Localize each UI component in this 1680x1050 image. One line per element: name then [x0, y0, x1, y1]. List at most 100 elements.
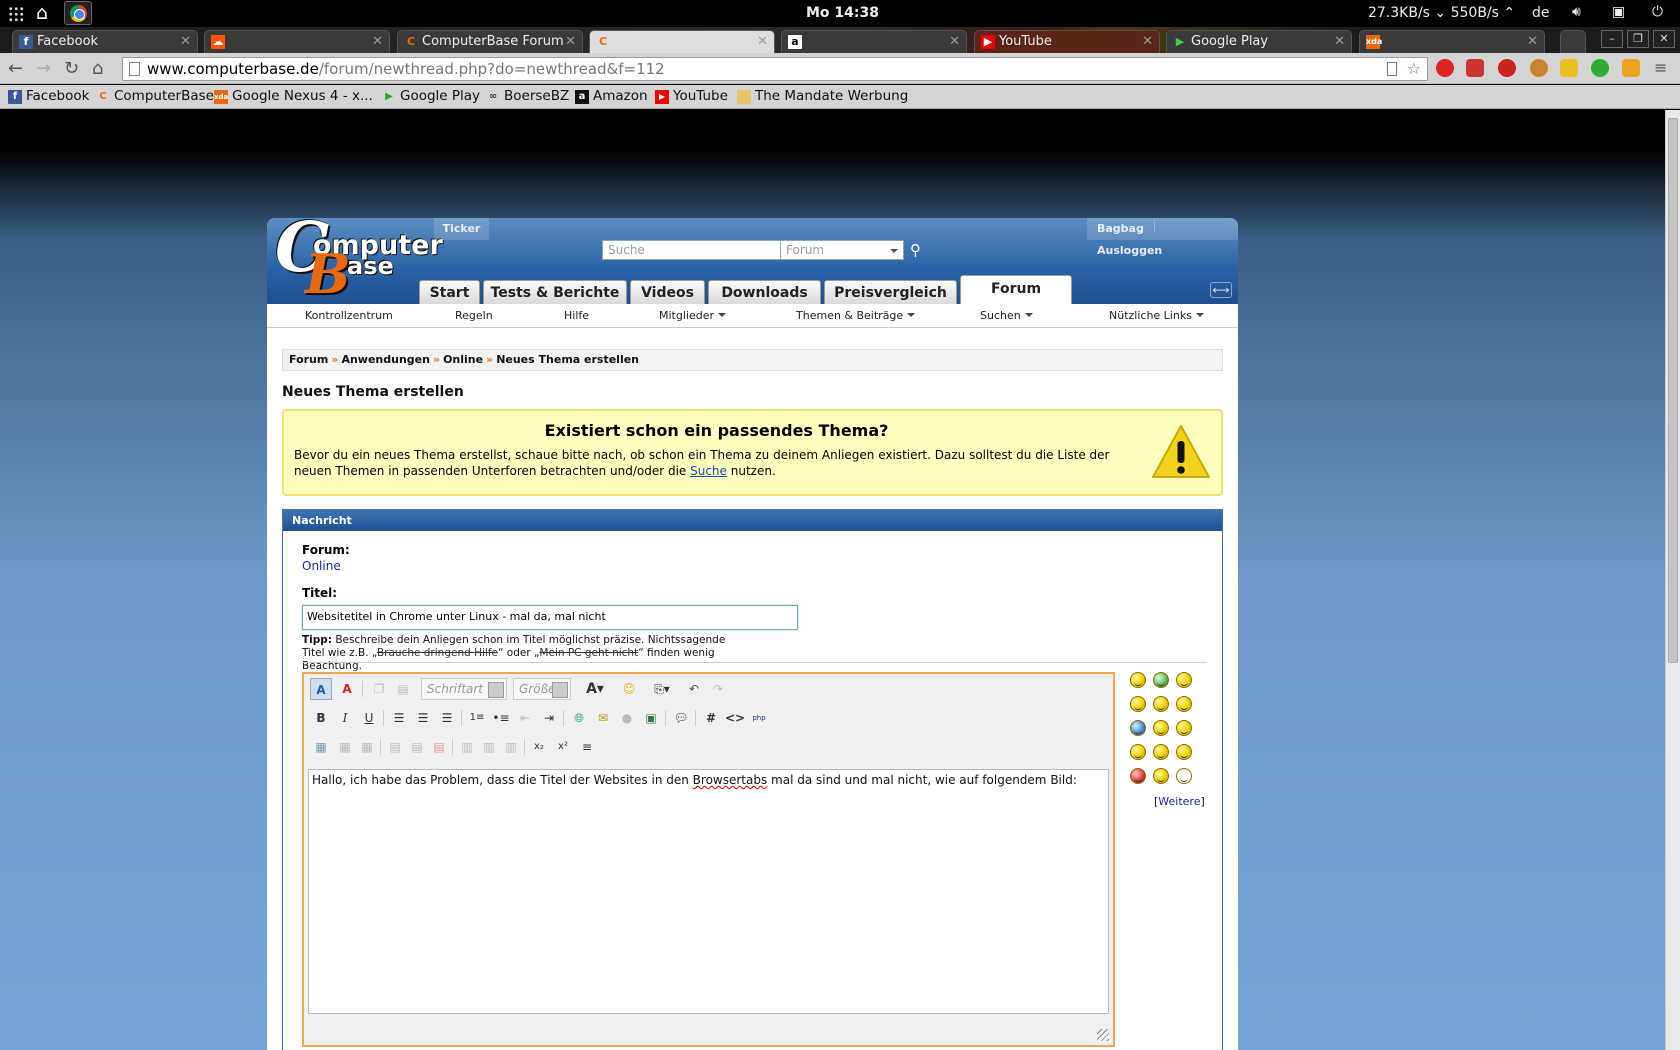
smiley-mad-icon[interactable] — [1176, 744, 1192, 760]
bookmark-google-play[interactable]: ▶ Google Play — [382, 88, 480, 104]
align-left-icon[interactable]: ☰ — [388, 707, 410, 729]
tab-computerbase-forum[interactable]: C ComputerBase Forum ✕ — [397, 30, 583, 53]
insert-image-icon[interactable]: ▣ — [640, 707, 662, 729]
subnav-nuetzliche-links[interactable]: Nützliche Links — [1109, 309, 1204, 322]
close-icon[interactable]: ✕ — [1334, 31, 1345, 52]
logout-link[interactable]: Ausloggen — [1087, 240, 1172, 262]
breadcrumb-forum[interactable]: Forum — [289, 353, 328, 366]
smiley-grin-icon[interactable] — [1153, 672, 1169, 688]
title-input[interactable]: Websitetitel in Chrome unter Linux - mal… — [302, 605, 798, 630]
chrome-launcher[interactable] — [64, 1, 92, 25]
align-right-icon[interactable]: ☰ — [436, 707, 458, 729]
underline-icon[interactable]: U — [358, 707, 380, 729]
tab-computerbase-active[interactable]: C ✕ — [589, 30, 775, 53]
extension-bubble-icon[interactable] — [1591, 59, 1609, 77]
smiley-confused-icon[interactable] — [1153, 696, 1169, 712]
extension-adblock-icon[interactable] — [1436, 59, 1454, 77]
quote-icon[interactable]: 💬︎ — [670, 707, 692, 729]
indent-icon[interactable]: ⇥ — [538, 707, 560, 729]
tab-amazon[interactable]: a ✕ — [781, 30, 967, 53]
table-row-icon[interactable]: ▦ — [334, 736, 356, 758]
horizontal-rule-icon[interactable]: ≡ — [576, 736, 598, 758]
volume-icon[interactable]: 🔊︎ — [1572, 4, 1581, 20]
smiley-rolleyes-icon[interactable] — [1153, 720, 1169, 736]
close-window-icon[interactable]: ✕ — [1653, 30, 1675, 48]
computerbase-logo[interactable]: Computer Base — [275, 218, 443, 304]
home-icon[interactable]: ⌂ — [92, 58, 103, 79]
address-bar[interactable]: www.computerbase.de/forum/newthread.php?… — [122, 57, 1428, 81]
extension-key-icon[interactable] — [1560, 59, 1578, 77]
smiley-insert-icon[interactable]: ☺ — [618, 678, 640, 700]
smiley-frown-icon[interactable] — [1176, 720, 1192, 736]
close-icon[interactable]: ✕ — [1142, 31, 1153, 52]
close-icon[interactable]: ✕ — [372, 31, 383, 52]
nav-preisvergleich[interactable]: Preisvergleich — [824, 280, 957, 304]
message-textarea[interactable]: Hallo, ich habe das Problem, dass die Ti… — [308, 769, 1109, 1014]
smiley-happy-icon[interactable] — [1130, 744, 1146, 760]
subnav-hilfe[interactable]: Hilfe — [564, 309, 589, 322]
delete-row-icon[interactable]: ▤ — [428, 736, 450, 758]
col-left-icon[interactable]: ▥ — [456, 736, 478, 758]
nav-tests-berichte[interactable]: Tests & Berichte — [483, 280, 627, 304]
close-icon[interactable]: ✕ — [180, 31, 191, 52]
new-tab-button[interactable] — [1560, 30, 1586, 53]
extension-cookie-icon[interactable] — [1530, 59, 1548, 77]
subnav-kontrollzentrum[interactable]: Kontrollzentrum — [305, 309, 393, 322]
tab-facebook[interactable]: f Facebook ✕ — [12, 30, 198, 53]
redo-icon[interactable]: ↷ — [707, 678, 729, 700]
nav-videos[interactable]: Videos — [630, 280, 705, 304]
bookmark-boersebz[interactable]: ∞ BoerseBZ — [486, 88, 569, 104]
search-scope-select[interactable]: Forum — [780, 240, 904, 260]
minimize-icon[interactable]: – — [1601, 30, 1623, 48]
subnav-suchen[interactable]: Suchen — [980, 309, 1033, 322]
menu-icon[interactable]: ≡ — [1654, 58, 1667, 77]
nav-downloads[interactable]: Downloads — [708, 280, 821, 304]
insert-link-icon[interactable]: 🌐︎ — [568, 707, 590, 729]
paste-icon[interactable]: ▤ — [392, 678, 414, 700]
extension-basket-icon[interactable] — [1622, 59, 1640, 77]
align-center-icon[interactable]: ☰ — [412, 707, 434, 729]
maximize-icon[interactable]: ❐ — [1627, 30, 1649, 48]
clock[interactable]: Mo 14:38 — [806, 5, 879, 21]
html-code-icon[interactable]: <> — [724, 707, 746, 729]
network-icon[interactable]: ▣ — [1612, 4, 1625, 20]
search-link[interactable]: Suche — [690, 464, 727, 478]
delete-col-icon[interactable]: ▥ — [500, 736, 522, 758]
tab-youtube[interactable]: ▶ YouTube ✕ — [974, 30, 1160, 53]
bookmark-nexus[interactable]: xda Google Nexus 4 - x... — [214, 88, 373, 104]
page-scrollbar[interactable] — [1665, 110, 1680, 1050]
subnav-mitglieder[interactable]: Mitglieder — [659, 309, 726, 322]
insert-email-icon[interactable]: ✉ — [592, 707, 614, 729]
remove-link-icon[interactable]: ● — [616, 707, 638, 729]
bookmark-youtube[interactable]: ▶ YouTube — [655, 88, 728, 104]
app-grid-icon[interactable] — [8, 6, 24, 22]
back-icon[interactable]: ← — [8, 58, 23, 79]
more-smilies-link[interactable]: Weitere — [1158, 795, 1200, 808]
ordered-list-icon[interactable]: 1≡ — [466, 707, 488, 729]
search-icon[interactable]: ⚲ — [910, 241, 921, 259]
resize-grip-icon[interactable] — [1097, 1029, 1109, 1041]
unordered-list-icon[interactable]: •≡ — [490, 707, 512, 729]
font-size-select[interactable]: Größe — [513, 678, 571, 700]
smiley-eek-icon[interactable] — [1130, 720, 1146, 736]
smiley-wink-icon[interactable] — [1176, 672, 1192, 688]
tab-xda[interactable]: xda ✕ — [1359, 30, 1545, 53]
bookmark-facebook[interactable]: f Facebook — [8, 88, 89, 104]
switch-editor-mode-icon[interactable]: A — [310, 678, 332, 700]
user-profile-link[interactable]: Bagbag — [1087, 218, 1154, 240]
row-below-icon[interactable]: ▤ — [406, 736, 428, 758]
outdent-icon[interactable]: ⇤ — [514, 707, 536, 729]
smiley-crazy-icon[interactable] — [1153, 744, 1169, 760]
ticker-link[interactable]: Ticker — [434, 218, 489, 240]
undo-icon[interactable]: ↶ — [683, 678, 705, 700]
table-col-icon[interactable]: ▦ — [356, 736, 378, 758]
tab-soundcloud[interactable]: ☁ ✕ — [204, 30, 390, 53]
smiley-ghost-icon[interactable] — [1176, 768, 1192, 784]
font-family-select[interactable]: Schriftart — [421, 678, 507, 700]
site-search-input[interactable]: Suche — [602, 240, 782, 260]
bold-icon[interactable]: B — [310, 707, 332, 729]
subnav-regeln[interactable]: Regeln — [455, 309, 493, 322]
text-color-icon[interactable]: A▾ — [580, 678, 610, 700]
page-action-icon[interactable] — [1387, 62, 1397, 76]
superscript-icon[interactable]: x² — [552, 736, 574, 758]
